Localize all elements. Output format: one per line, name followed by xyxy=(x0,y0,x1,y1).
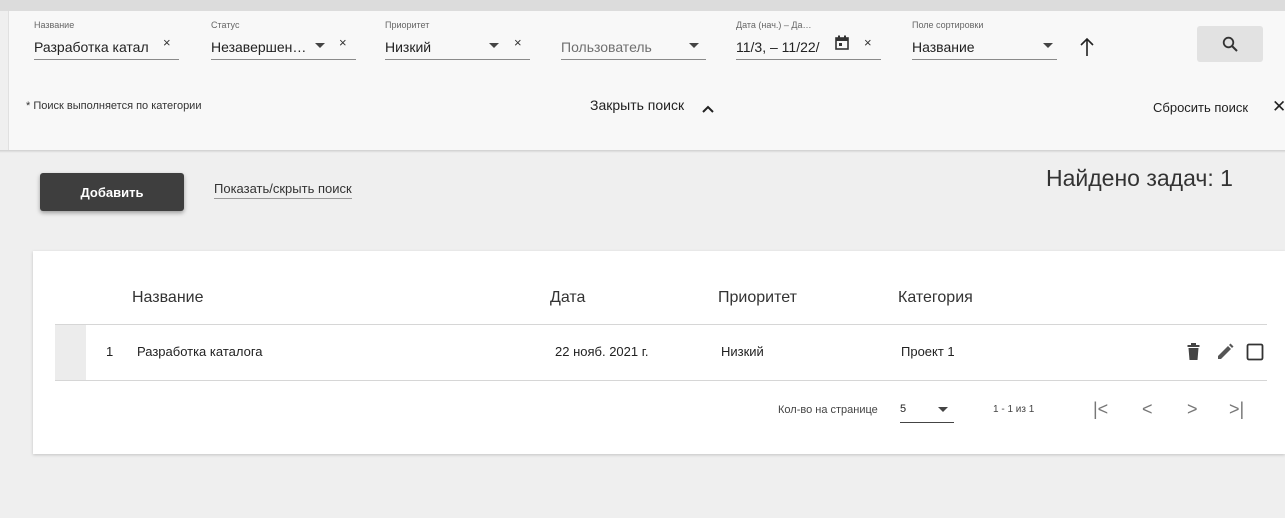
priority-filter-underline xyxy=(385,59,530,60)
panel-divider xyxy=(0,150,1285,153)
pencil-icon[interactable] xyxy=(1216,343,1234,366)
date-range-filter-label: Дата (нач.) – Да… xyxy=(736,20,812,30)
toggle-search-link[interactable]: Показать/скрыть поиск xyxy=(214,181,352,199)
row-date: 22 нояб. 2021 г. xyxy=(555,344,649,359)
date-range-underline xyxy=(736,59,881,60)
row-priority: Низкий xyxy=(721,344,764,359)
previous-page-icon[interactable]: < xyxy=(1142,400,1153,418)
search-icon xyxy=(1222,36,1238,52)
first-page-icon[interactable]: |< xyxy=(1093,400,1108,418)
sort-field-dropdown-arrow-icon[interactable] xyxy=(1043,43,1053,48)
sort-field-value[interactable]: Название xyxy=(912,39,975,55)
column-header-name[interactable]: Название xyxy=(132,289,204,307)
sort-field-underline xyxy=(912,59,1057,60)
column-header-category[interactable]: Категория xyxy=(898,289,973,307)
status-filter-label: Статус xyxy=(211,20,240,30)
row-category: Проект 1 xyxy=(901,344,955,359)
user-dropdown-arrow-icon[interactable] xyxy=(689,43,699,48)
trash-icon[interactable] xyxy=(1187,343,1200,366)
arrow-up-icon[interactable] xyxy=(1079,37,1095,57)
sort-field-label: Поле сортировки xyxy=(912,20,984,30)
priority-filter[interactable]: Приоритет Низкий × xyxy=(385,20,530,62)
page-size-dropdown-arrow-icon[interactable] xyxy=(938,407,948,412)
name-filter-label: Название xyxy=(34,20,75,30)
name-filter-underline xyxy=(34,59,179,60)
name-filter-clear-icon[interactable]: × xyxy=(163,36,171,49)
header-divider xyxy=(55,324,1267,325)
page-range: 1 - 1 из 1 xyxy=(993,404,1035,415)
sort-field-select[interactable]: Поле сортировки Название xyxy=(912,20,1057,62)
page-size-underline xyxy=(900,422,954,423)
calendar-icon[interactable] xyxy=(835,35,849,55)
last-page-icon[interactable]: >| xyxy=(1229,400,1244,418)
checkbox-icon[interactable] xyxy=(1246,343,1264,366)
row-number: 1 xyxy=(106,344,114,359)
row-name[interactable]: Разработка каталога xyxy=(137,344,263,359)
column-header-priority[interactable]: Приоритет xyxy=(718,289,797,307)
name-filter[interactable]: Название Разработка катал × xyxy=(34,20,179,62)
reset-search-close-icon[interactable]: ✕ xyxy=(1272,98,1285,115)
search-button[interactable] xyxy=(1197,26,1263,62)
user-filter-select[interactable]: Пользователь xyxy=(561,39,652,55)
date-range-clear-icon[interactable]: × xyxy=(864,36,872,49)
priority-filter-label: Приоритет xyxy=(385,20,430,30)
chevron-up-icon[interactable] xyxy=(701,101,715,113)
date-range-filter[interactable]: Дата (нач.) – Да… 11/3, – 11/22/ × xyxy=(736,20,881,62)
name-filter-input[interactable]: Разработка катал xyxy=(34,39,149,55)
page-size-select[interactable]: 5 xyxy=(900,403,906,415)
user-filter-underline xyxy=(561,59,706,60)
top-divider xyxy=(0,0,1285,11)
column-header-date[interactable]: Дата xyxy=(550,289,585,307)
reset-search-button[interactable]: Сбросить поиск xyxy=(1153,100,1248,115)
row-divider xyxy=(55,380,1267,381)
table-row-marker xyxy=(55,325,86,380)
status-filter-clear-icon[interactable]: × xyxy=(339,36,347,49)
search-hint: * Поиск выполняется по категории xyxy=(26,100,202,112)
found-tasks-count: Найдено задач: 1 xyxy=(1046,165,1233,191)
page-size-label: Кол-во на странице xyxy=(778,404,878,416)
status-filter-underline xyxy=(211,59,356,60)
status-filter[interactable]: Статус Незавершен… × xyxy=(211,20,356,62)
priority-dropdown-arrow-icon[interactable] xyxy=(489,43,499,48)
user-filter[interactable]: Пользователь xyxy=(561,20,706,62)
status-filter-select[interactable]: Незавершен… xyxy=(211,39,306,55)
date-range-input[interactable]: 11/3, – 11/22/ xyxy=(736,39,820,55)
priority-filter-clear-icon[interactable]: × xyxy=(514,36,522,49)
next-page-icon[interactable]: > xyxy=(1187,400,1198,418)
priority-filter-select[interactable]: Низкий xyxy=(385,39,431,55)
close-search-button[interactable]: Закрыть поиск xyxy=(590,97,684,113)
add-button[interactable]: Добавить xyxy=(40,173,184,211)
status-dropdown-arrow-icon[interactable] xyxy=(315,43,325,48)
